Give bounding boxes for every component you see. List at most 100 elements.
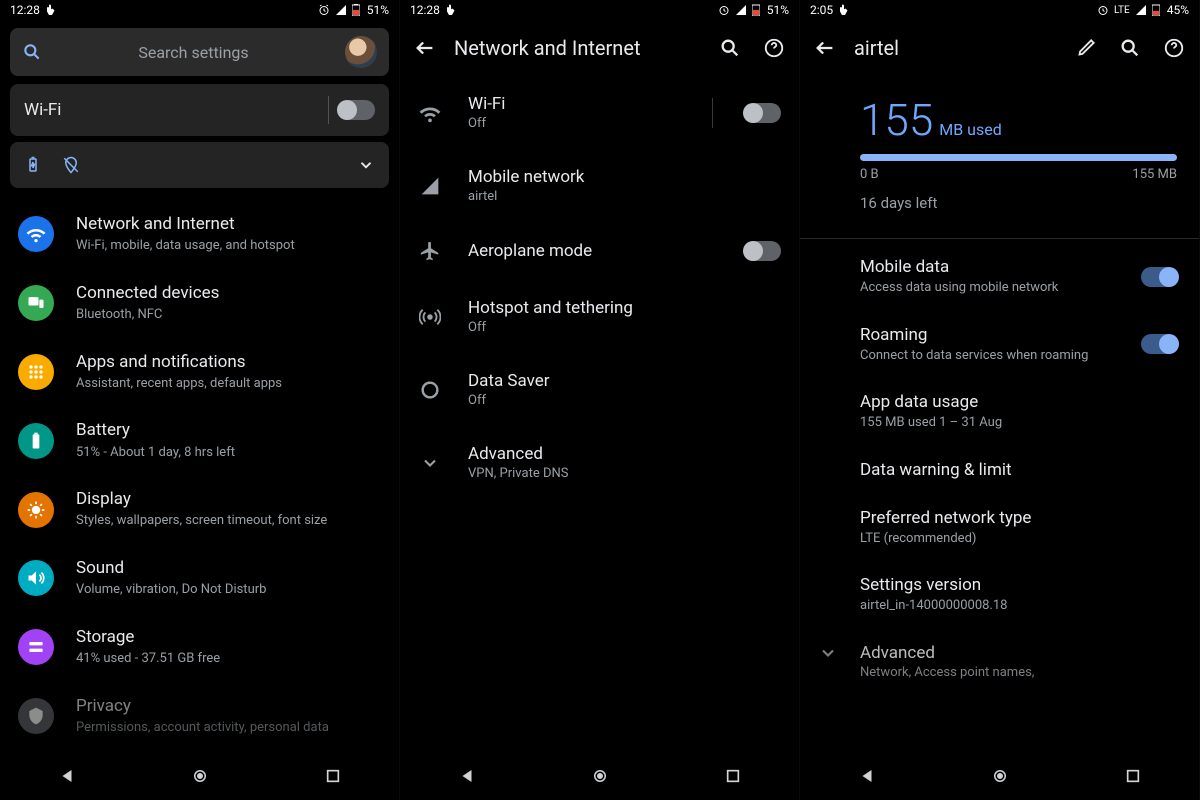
- row-sub: Network, Access point names,: [860, 665, 1177, 680]
- carrier-panel: 2:05 LTE 45% airtel 155MB used 0 B155 MB…: [800, 0, 1200, 800]
- wifi-toggle[interactable]: [745, 103, 781, 123]
- row-datasaver[interactable]: Data SaverOff: [400, 353, 799, 426]
- chevron-down-icon: [818, 643, 838, 663]
- row-data-warning[interactable]: Data warning & limit: [800, 446, 1199, 494]
- usage-value: 155: [860, 94, 933, 146]
- item-apps[interactable]: Apps and notificationsAssistant, recent …: [0, 338, 399, 407]
- row-title: Wi-Fi: [468, 94, 682, 114]
- wifi-toggle[interactable]: [339, 100, 375, 120]
- item-display[interactable]: DisplayStyles, wallpapers, screen timeou…: [0, 475, 399, 544]
- search-settings[interactable]: Search settings: [10, 28, 389, 76]
- row-settings-version[interactable]: Settings versionairtel_in-14000000008.18: [800, 561, 1199, 629]
- row-sub: 155 MB used 1 – 31 Aug: [860, 414, 1177, 432]
- nav-home[interactable]: [591, 767, 609, 785]
- settings-list: Network and InternetWi-Fi, mobile, data …: [0, 194, 399, 750]
- search-button[interactable]: [719, 37, 741, 59]
- row-mobile-data[interactable]: Mobile dataAccess data using mobile netw…: [800, 243, 1199, 311]
- avatar[interactable]: [345, 36, 377, 68]
- row-sub: airtel_in-14000000008.18: [860, 597, 1177, 615]
- airplane-icon: [418, 240, 442, 262]
- alarm-icon: [1097, 4, 1109, 16]
- airplane-toggle[interactable]: [745, 241, 781, 261]
- item-sub: Bluetooth, NFC: [76, 306, 219, 324]
- item-title: Sound: [76, 558, 266, 579]
- item-title: Display: [76, 489, 327, 510]
- nav-back[interactable]: [58, 767, 76, 785]
- row-sub: LTE (recommended): [860, 530, 1177, 548]
- nav-back[interactable]: [458, 767, 476, 785]
- status-time: 12:28: [10, 3, 40, 17]
- mobile-data-toggle[interactable]: [1141, 267, 1177, 287]
- row-sub: Access data using mobile network: [860, 279, 1127, 297]
- row-sub: Connect to data services when roaming: [860, 347, 1127, 365]
- help-button[interactable]: [1163, 37, 1185, 59]
- usage-unit: MB used: [939, 120, 1002, 139]
- chevron-down-icon[interactable]: [357, 156, 375, 174]
- touch-icon: [445, 4, 457, 16]
- wifi-label: Wi-Fi: [24, 100, 61, 120]
- status-battery: 51%: [367, 3, 389, 17]
- row-preferred-network[interactable]: Preferred network type LTE (recommended): [800, 494, 1199, 562]
- nav-back[interactable]: [858, 767, 876, 785]
- usage-min: 0 B: [860, 167, 879, 182]
- wifi-quick-card[interactable]: Wi-Fi: [10, 84, 389, 136]
- item-sub: Wi-Fi, mobile, data usage, and hotspot: [76, 237, 295, 255]
- row-title: Preferred network type: [860, 508, 1177, 528]
- data-usage-summary: 155MB used 0 B155 MB 16 days left: [800, 76, 1199, 226]
- item-sound[interactable]: Sound Volume, vibration, Do Not Disturb: [0, 544, 399, 613]
- row-advanced[interactable]: Advanced Network, Access point names,: [800, 629, 1199, 694]
- item-title: Privacy: [76, 696, 329, 717]
- quick-shortcuts[interactable]: [10, 142, 389, 188]
- row-roaming[interactable]: Roaming Connect to data services when roa…: [800, 311, 1199, 379]
- search-button[interactable]: [1119, 37, 1141, 59]
- help-button[interactable]: [763, 37, 785, 59]
- wifi-icon: [18, 216, 54, 252]
- location-off-icon[interactable]: [62, 156, 80, 174]
- alarm-icon: [718, 4, 730, 16]
- roaming-toggle[interactable]: [1141, 334, 1177, 354]
- row-title: Roaming: [860, 325, 1127, 345]
- item-sub: Assistant, recent apps, default apps: [76, 375, 282, 393]
- back-button[interactable]: [414, 37, 436, 59]
- divider: [800, 238, 1199, 239]
- battery-icon: [1152, 4, 1160, 16]
- status-time: 12:28: [410, 3, 440, 17]
- item-connected[interactable]: Connected devicesBluetooth, NFC: [0, 269, 399, 338]
- nav-recent[interactable]: [325, 768, 341, 784]
- row-title: Data Saver: [468, 371, 781, 391]
- item-sub: 51% - About 1 day, 8 hrs left: [76, 444, 235, 462]
- search-placeholder: Search settings: [52, 43, 335, 62]
- item-battery[interactable]: Battery51% - About 1 day, 8 hrs left: [0, 406, 399, 475]
- row-title: App data usage: [860, 392, 1177, 412]
- row-hotspot[interactable]: Hotspot and tethering Off: [400, 280, 799, 353]
- back-button[interactable]: [814, 37, 836, 59]
- row-mobile-network[interactable]: Mobile networkairtel: [400, 149, 799, 222]
- settings-root-panel: 12:28 51% Search settings Wi-Fi: [0, 0, 400, 800]
- row-title: Hotspot and tethering: [468, 298, 781, 318]
- nav-home[interactable]: [191, 767, 209, 785]
- nav-recent[interactable]: [1125, 768, 1141, 784]
- touch-icon: [45, 4, 57, 16]
- item-sub: Volume, vibration, Do Not Disturb: [76, 581, 266, 599]
- item-sub: Permissions, account activity, personal …: [76, 719, 329, 737]
- nav-recent[interactable]: [725, 768, 741, 784]
- battery-saver-icon[interactable]: [24, 156, 42, 174]
- item-storage[interactable]: Storage41% used - 37.51 GB free: [0, 613, 399, 682]
- item-privacy[interactable]: Privacy Permissions, account activity, pe…: [0, 682, 399, 751]
- item-network[interactable]: Network and InternetWi-Fi, mobile, data …: [0, 200, 399, 269]
- row-app-usage[interactable]: App data usage 155 MB used 1 – 31 Aug: [800, 378, 1199, 446]
- nav-bar: [0, 752, 399, 800]
- signal-icon: [418, 176, 442, 196]
- row-advanced[interactable]: AdvancedVPN, Private DNS: [400, 426, 799, 499]
- edit-button[interactable]: [1077, 37, 1097, 59]
- nav-bar: [800, 752, 1199, 800]
- row-aeroplane[interactable]: Aeroplane mode: [400, 222, 799, 280]
- row-sub: airtel: [468, 189, 781, 204]
- row-title: Aeroplane mode: [468, 241, 719, 261]
- nav-home[interactable]: [991, 767, 1009, 785]
- touch-icon: [838, 4, 850, 16]
- status-net-label: LTE: [1114, 5, 1130, 16]
- row-wifi[interactable]: Wi-FiOff: [400, 76, 799, 149]
- usage-days-left: 16 days left: [860, 194, 1177, 212]
- row-sub: Off: [468, 320, 781, 335]
